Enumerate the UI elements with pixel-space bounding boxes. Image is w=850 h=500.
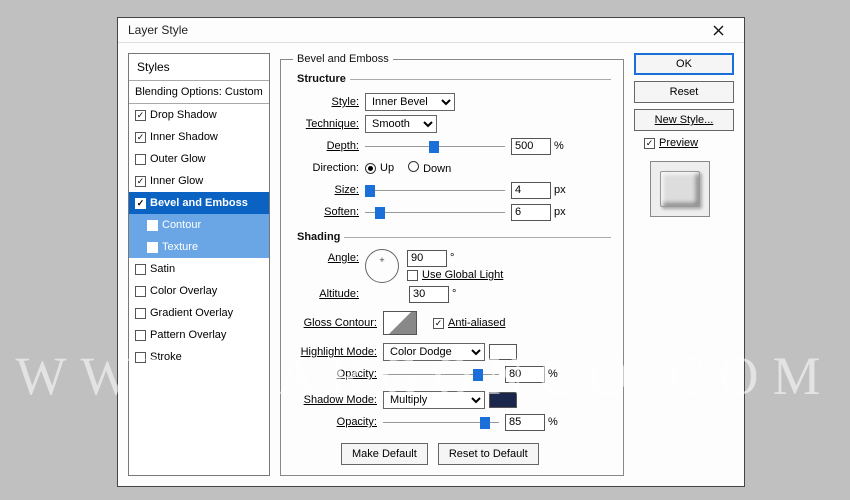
angle-dial[interactable]: [365, 249, 399, 283]
angle-input[interactable]: [407, 250, 447, 267]
style-item-label: Drop Shadow: [150, 109, 217, 121]
shadow-mode-select[interactable]: Multiply: [383, 391, 485, 409]
shadow-opacity-label[interactable]: Opacity:: [293, 416, 383, 428]
technique-select[interactable]: Smooth: [365, 115, 437, 133]
highlight-opacity-label[interactable]: Opacity:: [293, 368, 383, 380]
style-item-label: Satin: [150, 263, 175, 275]
soften-input[interactable]: [511, 204, 551, 221]
style-checkbox[interactable]: [147, 220, 158, 231]
global-light-checkbox[interactable]: [407, 270, 418, 281]
dialog-body: Styles Blending Options: Custom Drop Sha…: [118, 43, 744, 486]
style-checkbox[interactable]: [135, 308, 146, 319]
main-column: Bevel and Emboss Structure Style: Inner …: [280, 53, 624, 476]
style-item-inner-glow[interactable]: Inner Glow: [129, 170, 269, 192]
reset-button[interactable]: Reset: [634, 81, 734, 103]
style-item-inner-shadow[interactable]: Inner Shadow: [129, 126, 269, 148]
styles-header[interactable]: Styles: [129, 54, 269, 80]
style-checkbox[interactable]: [135, 286, 146, 297]
soften-slider[interactable]: [365, 205, 505, 219]
style-select[interactable]: Inner Bevel: [365, 93, 455, 111]
styles-list: Styles Blending Options: Custom Drop Sha…: [128, 53, 270, 476]
style-checkbox[interactable]: [135, 264, 146, 275]
preview-thumbnail: [650, 161, 710, 217]
style-item-satin[interactable]: Satin: [129, 258, 269, 280]
depth-slider[interactable]: [365, 139, 505, 153]
style-item-label: Color Overlay: [150, 285, 217, 297]
bevel-emboss-group: Bevel and Emboss Structure Style: Inner …: [280, 53, 624, 476]
direction-down-radio[interactable]: Down: [408, 161, 451, 175]
highlight-mode-label[interactable]: Highlight Mode:: [293, 346, 383, 358]
size-label[interactable]: Size:: [293, 184, 365, 196]
shadow-color-swatch[interactable]: [489, 392, 517, 408]
altitude-input[interactable]: [409, 286, 449, 303]
style-item-bevel-and-emboss[interactable]: Bevel and Emboss: [129, 192, 269, 214]
close-button[interactable]: [700, 19, 736, 41]
style-item-label: Bevel and Emboss: [150, 197, 248, 209]
direction-up-radio[interactable]: Up: [365, 162, 394, 174]
reset-default-button[interactable]: Reset to Default: [438, 443, 539, 465]
style-item-outer-glow[interactable]: Outer Glow: [129, 148, 269, 170]
preview-checkbox[interactable]: [644, 138, 655, 149]
antialiased-checkbox[interactable]: [433, 318, 444, 329]
group-legend: Bevel and Emboss: [293, 53, 393, 65]
layer-style-dialog: Layer Style Styles Blending Options: Cus…: [117, 17, 745, 487]
style-label[interactable]: Style:: [293, 96, 365, 108]
highlight-opacity-slider[interactable]: [383, 367, 499, 381]
angle-label[interactable]: Angle:: [293, 249, 365, 264]
style-item-gradient-overlay[interactable]: Gradient Overlay: [129, 302, 269, 324]
style-item-color-overlay[interactable]: Color Overlay: [129, 280, 269, 302]
gloss-contour-picker[interactable]: [383, 311, 417, 335]
gloss-contour-label[interactable]: Gloss Contour:: [293, 317, 383, 329]
style-checkbox[interactable]: [135, 352, 146, 363]
style-item-contour[interactable]: Contour: [129, 214, 269, 236]
style-checkbox[interactable]: [135, 330, 146, 341]
style-item-pattern-overlay[interactable]: Pattern Overlay: [129, 324, 269, 346]
shadow-opacity-slider[interactable]: [383, 415, 499, 429]
soften-label[interactable]: Soften:: [293, 206, 365, 218]
shading-group: Shading Angle: ° Use Global Light: [293, 231, 611, 437]
style-item-texture[interactable]: Texture: [129, 236, 269, 258]
preview-label: Preview: [659, 137, 698, 149]
style-checkbox[interactable]: [135, 198, 146, 209]
style-checkbox[interactable]: [135, 154, 146, 165]
ok-button[interactable]: OK: [634, 53, 734, 75]
depth-input[interactable]: [511, 138, 551, 155]
blending-options[interactable]: Blending Options: Custom: [129, 81, 269, 103]
structure-group: Structure Style: Inner Bevel Technique: …: [293, 73, 611, 227]
altitude-label[interactable]: Altitude:: [293, 288, 365, 300]
style-item-drop-shadow[interactable]: Drop Shadow: [129, 104, 269, 126]
highlight-color-swatch[interactable]: [489, 344, 517, 360]
style-checkbox[interactable]: [135, 110, 146, 121]
shadow-mode-label[interactable]: Shadow Mode:: [293, 394, 383, 406]
style-item-stroke[interactable]: Stroke: [129, 346, 269, 368]
style-item-label: Gradient Overlay: [150, 307, 233, 319]
style-item-label: Stroke: [150, 351, 182, 363]
style-item-label: Contour: [162, 219, 201, 231]
style-item-label: Outer Glow: [150, 153, 206, 165]
shadow-opacity-input[interactable]: [505, 414, 545, 431]
style-item-label: Inner Shadow: [150, 131, 218, 143]
titlebar: Layer Style: [118, 18, 744, 43]
style-item-label: Texture: [162, 241, 198, 253]
right-column: OK Reset New Style... Preview: [634, 53, 734, 476]
technique-label[interactable]: Technique:: [293, 118, 365, 130]
size-input[interactable]: [511, 182, 551, 199]
dialog-title: Layer Style: [128, 23, 188, 37]
style-checkbox[interactable]: [147, 242, 158, 253]
style-checkbox[interactable]: [135, 132, 146, 143]
highlight-mode-select[interactable]: Color Dodge: [383, 343, 485, 361]
close-icon: [713, 25, 724, 36]
highlight-opacity-input[interactable]: [505, 366, 545, 383]
new-style-button[interactable]: New Style...: [634, 109, 734, 131]
size-slider[interactable]: [365, 183, 505, 197]
style-checkbox[interactable]: [135, 176, 146, 187]
depth-label[interactable]: Depth:: [293, 140, 365, 152]
direction-label: Direction:: [293, 162, 365, 174]
style-item-label: Pattern Overlay: [150, 329, 226, 341]
make-default-button[interactable]: Make Default: [341, 443, 428, 465]
style-item-label: Inner Glow: [150, 175, 203, 187]
